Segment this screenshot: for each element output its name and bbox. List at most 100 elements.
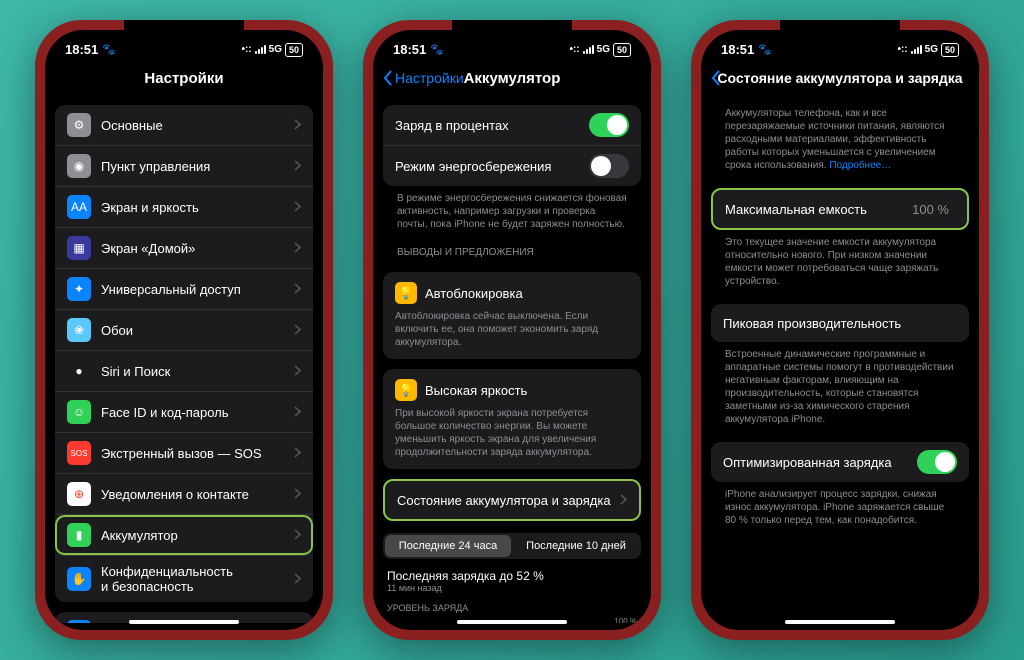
chevron-right-icon <box>620 493 627 508</box>
chevron-left-icon <box>383 70 393 86</box>
settings-row[interactable]: ⊕ Уведомления о контакте <box>55 474 313 515</box>
net-type: 5G <box>269 44 282 55</box>
row-battery-health[interactable]: Состояние аккумулятора и зарядка <box>385 481 639 519</box>
status-time: 18:51 <box>721 42 754 57</box>
toggle-low-power[interactable] <box>589 154 629 178</box>
opt-note: iPhone анализирует процесс зарядки, сниж… <box>711 482 969 533</box>
home-indicator[interactable] <box>785 620 895 624</box>
row-label: Уведомления о контакте <box>101 487 294 502</box>
net-type: 5G <box>597 44 610 55</box>
row-label: Режим энергосбережения <box>395 159 589 174</box>
chevron-right-icon <box>294 200 301 215</box>
signal-dots-icon: •:: <box>241 44 251 55</box>
row-label: Основные <box>101 118 294 133</box>
settings-row[interactable]: ✦Универсальный доступ <box>55 269 313 310</box>
phone-battery-health: 18:51 🐾 •:: 5G 50 Состояние аккумулятора… <box>691 20 989 640</box>
row-icon: ❀ <box>67 318 91 342</box>
settings-row[interactable]: AAЭкран и яркость <box>55 187 313 228</box>
chart-label-100: 100 % <box>614 617 637 623</box>
back-label: Настройки <box>395 70 464 86</box>
row-label: Пиковая производительность <box>723 316 957 331</box>
signal-dots-icon: •:: <box>897 44 907 55</box>
paw-icon: 🐾 <box>102 43 116 56</box>
row-battery-percent[interactable]: Заряд в процентах <box>383 105 641 146</box>
row-icon: ⊕ <box>67 482 91 506</box>
settings-row[interactable]: ✋Конфиденциальностьи безопасность <box>55 556 313 602</box>
row-icon: ⚙ <box>67 113 91 137</box>
row-peak-performance[interactable]: Пиковая производительность <box>711 304 969 342</box>
battery-icon: 50 <box>941 43 959 57</box>
row-low-power[interactable]: Режим энергосбережения <box>383 146 641 186</box>
suggestion-brightness[interactable]: 💡 Высокая яркость При высокой яркости эк… <box>383 369 641 469</box>
phone-settings: 18:51 🐾 •:: 5G 50 Настройки ⚙Основные◉Пу… <box>35 20 333 640</box>
row-label: Экстренный вызов — SOS <box>101 446 294 461</box>
bulb-icon: 💡 <box>395 379 417 401</box>
seg-10d[interactable]: Последние 10 дней <box>513 535 639 557</box>
signal-dots-icon: •:: <box>569 44 579 55</box>
back-button[interactable] <box>711 70 721 86</box>
row-label: Экран «Домой» <box>101 241 294 256</box>
segmented-control[interactable]: Последние 24 часа Последние 10 дней <box>383 533 641 559</box>
home-indicator[interactable] <box>129 620 239 624</box>
settings-row[interactable]: ▦Экран «Домой» <box>55 228 313 269</box>
row-label: Siri и Поиск <box>101 364 294 379</box>
row-label: Максимальная емкость <box>725 202 912 217</box>
intro-text: Аккумуляторы телефона, как и все перезар… <box>711 101 969 178</box>
seg-24h[interactable]: Последние 24 часа <box>385 535 511 557</box>
settings-row[interactable]: ◉Пункт управления <box>55 146 313 187</box>
last-charge-time: 11 мин назад <box>387 583 637 593</box>
row-label: Состояние аккумулятора и зарядка <box>397 493 620 508</box>
back-button[interactable]: Настройки <box>383 70 464 86</box>
row-icon: ▮ <box>67 523 91 547</box>
chart-header: УРОВЕНЬ ЗАРЯДА <box>387 603 637 613</box>
bulb-icon: 💡 <box>395 282 417 304</box>
page-title: Настройки <box>144 70 223 87</box>
page-title: Состояние аккумулятора и зарядка <box>717 70 962 86</box>
notch <box>452 20 572 44</box>
signal-bars-icon <box>255 45 266 54</box>
row-label: Аккумулятор <box>101 528 294 543</box>
toggle-optimized[interactable] <box>917 450 957 474</box>
row-max-capacity[interactable]: Максимальная емкость 100 % <box>713 190 967 228</box>
home-indicator[interactable] <box>457 620 567 624</box>
settings-list[interactable]: ⚙ Основные ◉Пункт управленияAAЭкран и ярко… <box>45 95 323 623</box>
settings-row[interactable]: ☺Face ID и код-пароль <box>55 392 313 433</box>
row-icon: A <box>67 620 91 623</box>
health-content[interactable]: Аккумуляторы телефона, как и все перезар… <box>701 95 979 623</box>
row-label: Оптимизированная зарядка <box>723 455 917 470</box>
last-charge-title: Последняя зарядка до 52 % <box>387 569 637 583</box>
notch <box>780 20 900 44</box>
nav-header: Настройки <box>45 61 323 95</box>
row-label: Обои <box>101 323 294 338</box>
row-icon: AA <box>67 195 91 219</box>
signal-bars-icon <box>911 45 922 54</box>
battery-content[interactable]: Заряд в процентах Режим энергосбережения… <box>373 95 651 623</box>
suggestion-desc: При высокой яркости экрана потребуется б… <box>395 407 629 459</box>
status-time: 18:51 <box>65 42 98 57</box>
learn-more-link[interactable]: Подробнее… <box>829 160 891 171</box>
capacity-note: Это текущее значение емкости аккумулятор… <box>711 230 969 294</box>
suggestion-desc: Автоблокировка сейчас выключена. Если вк… <box>395 310 629 349</box>
row-icon: SOS <box>67 441 91 465</box>
chevron-right-icon <box>294 241 301 256</box>
nav-header: Состояние аккумулятора и зарядка <box>701 61 979 95</box>
row-icon: ✦ <box>67 277 91 301</box>
row-optimized-charging[interactable]: Оптимизированная зарядка <box>711 442 969 482</box>
settings-row[interactable]: ⚙ Основные <box>55 105 313 146</box>
chevron-right-icon <box>294 572 301 587</box>
row-label: Конфиденциальность <box>101 564 294 579</box>
toggle-percent[interactable] <box>589 113 629 137</box>
row-icon: ✋ <box>67 567 91 591</box>
settings-row[interactable]: ● Siri и Поиск <box>55 351 313 392</box>
row-label: Пункт управления <box>101 159 294 174</box>
suggestion-autolock[interactable]: 💡 Автоблокировка Автоблокировка сейчас в… <box>383 272 641 359</box>
settings-row[interactable]: ▮ Аккумулятор <box>55 515 313 556</box>
paw-icon: 🐾 <box>758 43 772 56</box>
settings-row[interactable]: SOS Экстренный вызов — SOS <box>55 433 313 474</box>
settings-row[interactable]: ❀ Обои <box>55 310 313 351</box>
page-title: Аккумулятор <box>464 70 561 87</box>
row-label: Face ID и код-пароль <box>101 405 294 420</box>
notch <box>124 20 244 44</box>
row-icon: ● <box>67 359 91 383</box>
capacity-value: 100 % <box>912 202 949 217</box>
